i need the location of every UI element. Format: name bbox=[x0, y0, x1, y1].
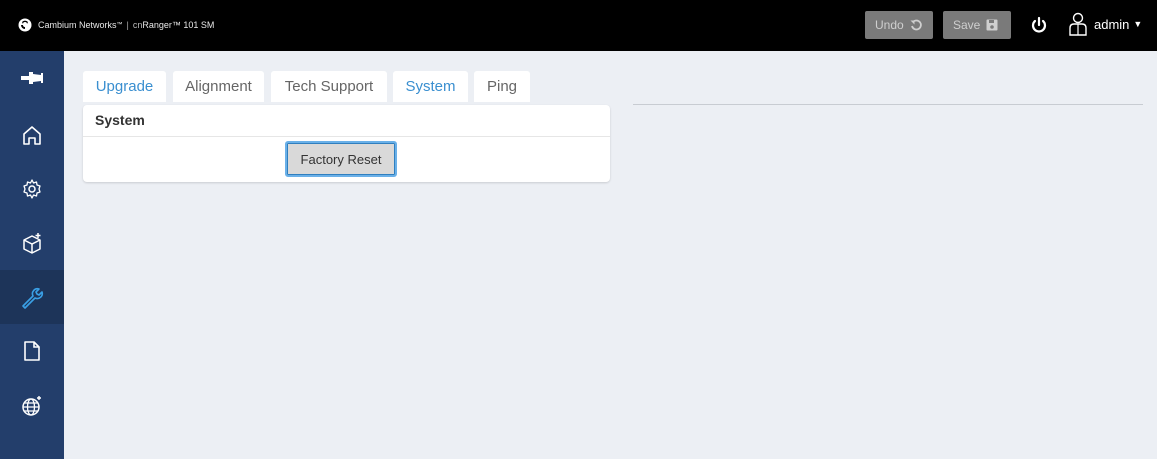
tab-alignment-label: Alignment bbox=[185, 78, 252, 95]
content-divider bbox=[633, 104, 1143, 105]
panel-divider bbox=[83, 136, 610, 137]
globe-icon bbox=[22, 396, 41, 416]
factory-reset-button[interactable]: Factory Reset bbox=[285, 141, 397, 177]
undo-icon bbox=[910, 19, 922, 31]
brand-separator: | bbox=[126, 20, 129, 30]
tab-upgrade[interactable]: Upgrade bbox=[83, 71, 166, 102]
box-icon bbox=[23, 233, 41, 254]
user-name: admin bbox=[1094, 16, 1130, 32]
undo-button[interactable]: Undo bbox=[865, 11, 933, 39]
sidebar-item-settings[interactable] bbox=[0, 162, 64, 216]
user-menu[interactable]: admin ▼ bbox=[1068, 12, 1142, 36]
sidebar-item-tools[interactable] bbox=[0, 270, 64, 324]
product-prefix: cn bbox=[132, 20, 143, 30]
wrench-icon bbox=[22, 287, 44, 309]
tab-system-label: System bbox=[405, 78, 456, 95]
tab-ping[interactable]: Ping bbox=[474, 71, 530, 102]
sidebar-item-globe[interactable] bbox=[0, 379, 64, 433]
tab-system[interactable]: System bbox=[393, 71, 468, 102]
sidebar-item-home[interactable] bbox=[0, 108, 64, 162]
brand-name: Cambium Networks bbox=[38, 20, 117, 30]
sidebar-item-pin[interactable] bbox=[0, 51, 64, 105]
tab-tech-support-label: Tech Support bbox=[284, 78, 374, 95]
file-icon bbox=[24, 341, 40, 361]
save-label: Save bbox=[953, 18, 981, 32]
sidebar-item-box[interactable] bbox=[0, 217, 64, 271]
brand-tm: ™ bbox=[116, 22, 123, 28]
tab-alignment[interactable]: Alignment bbox=[173, 71, 264, 102]
chevron-down-icon: ▼ bbox=[1133, 19, 1143, 29]
power-icon[interactable] bbox=[1030, 16, 1048, 34]
undo-label: Undo bbox=[875, 18, 904, 32]
save-button[interactable]: Save bbox=[943, 11, 1011, 39]
cambium-logo-icon bbox=[18, 18, 32, 32]
tab-upgrade-label: Upgrade bbox=[95, 78, 154, 95]
tab-tech-support[interactable]: Tech Support bbox=[271, 71, 387, 102]
user-icon bbox=[1069, 12, 1087, 36]
sidebar bbox=[0, 51, 64, 459]
tab-ping-label: Ping bbox=[486, 78, 518, 95]
product-name: Ranger™ 101 SM bbox=[142, 20, 215, 30]
pin-icon bbox=[21, 72, 43, 84]
home-icon bbox=[23, 126, 41, 145]
panel-title: System bbox=[95, 112, 145, 128]
system-panel: System Factory Reset bbox=[83, 105, 610, 182]
top-bar: Cambium Networks ™ | cn Ranger™ 101 SM U… bbox=[0, 0, 1157, 51]
sidebar-item-file[interactable] bbox=[0, 324, 64, 378]
gear-icon bbox=[23, 179, 41, 199]
brand: Cambium Networks ™ | cn Ranger™ 101 SM bbox=[18, 18, 214, 32]
floppy-icon bbox=[986, 19, 998, 31]
